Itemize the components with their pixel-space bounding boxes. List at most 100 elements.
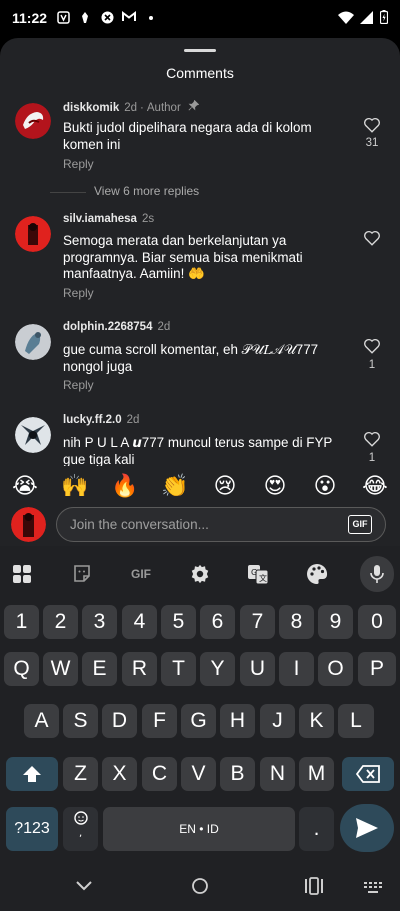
key-r[interactable]: R [122, 652, 157, 686]
emoji-raised-hands[interactable]: 🙌 [59, 473, 91, 499]
key-x[interactable]: X [102, 757, 137, 791]
backspace-key[interactable] [342, 757, 394, 791]
key-o[interactable]: O [318, 652, 353, 686]
system-nav-bar [0, 859, 400, 911]
key-e[interactable]: E [82, 652, 117, 686]
comment-time: 2s [141, 213, 155, 225]
key-y[interactable]: Y [200, 652, 235, 686]
key-b[interactable]: B [220, 757, 255, 791]
key-h[interactable]: H [220, 704, 255, 738]
key-5[interactable]: 5 [161, 605, 196, 639]
key-k[interactable]: K [299, 704, 334, 738]
sheet-title: Comments [166, 65, 234, 81]
key-1[interactable]: 1 [4, 605, 39, 639]
nav-back-icon[interactable] [74, 875, 94, 900]
voice-input-mic-icon[interactable] [360, 556, 394, 592]
like-count: 31 [365, 137, 379, 149]
comment-time: 2d [157, 321, 171, 333]
comment-username[interactable]: dolphin.2268754 2d [63, 321, 170, 333]
avatar[interactable] [15, 324, 51, 360]
key-l[interactable]: L [338, 704, 374, 738]
key-i[interactable]: I [279, 652, 314, 686]
period-key[interactable]: . [299, 807, 334, 851]
comment-username[interactable]: lucky.ff.2.0 2d [63, 414, 139, 426]
comment-username[interactable]: diskkomik 2d · Author [63, 99, 200, 114]
like-heart-icon[interactable] [363, 229, 381, 247]
reply-button[interactable]: Reply [63, 378, 94, 392]
space-bar[interactable]: EN • ID [103, 807, 295, 851]
key-4[interactable]: 4 [122, 605, 157, 639]
emoji-fire[interactable]: 🔥 [109, 473, 141, 499]
sticker-icon[interactable] [68, 560, 96, 588]
key-u[interactable]: U [240, 652, 275, 686]
emoji-sad[interactable]: 😢 [209, 473, 241, 499]
keyboard-switch-icon[interactable] [364, 881, 382, 899]
key-0[interactable]: 0 [358, 605, 396, 639]
key-c[interactable]: C [142, 757, 177, 791]
comment-text: Semoga merata dan berkelanjutan ya progr… [63, 233, 303, 281]
emoji-key[interactable]: , [63, 807, 98, 851]
keyboard-gif-button[interactable]: GIF [124, 560, 158, 588]
reply-button[interactable]: Reply [63, 286, 94, 300]
like-heart-icon[interactable] [363, 430, 381, 448]
key-j[interactable]: J [260, 704, 295, 738]
key-s[interactable]: S [63, 704, 98, 738]
key-q[interactable]: Q [4, 652, 39, 686]
key-m[interactable]: M [299, 757, 334, 791]
emoji-crying[interactable]: 😭 [9, 473, 41, 499]
key-a[interactable]: A [24, 704, 59, 738]
gif-button[interactable]: GIF [348, 515, 372, 534]
like-heart-icon[interactable] [363, 337, 381, 355]
comment-username[interactable]: silv.iamahesa 2s [63, 213, 154, 225]
emoji-clap[interactable]: 👏 [159, 473, 191, 499]
like-count: 1 [368, 359, 376, 371]
avatar[interactable] [15, 216, 51, 252]
key-d[interactable]: D [102, 704, 137, 738]
key-2[interactable]: 2 [43, 605, 78, 639]
settings-gear-icon[interactable] [186, 560, 214, 588]
symbols-key[interactable]: ?123 [6, 807, 58, 851]
key-v[interactable]: V [181, 757, 216, 791]
notification-icons [56, 11, 158, 27]
comment-composer: Join the conversation... GIF [0, 506, 400, 546]
emoji-surprised[interactable]: 😮 [309, 473, 341, 499]
nav-recents-icon[interactable] [304, 877, 324, 900]
comment-input[interactable]: Join the conversation... GIF [56, 507, 386, 542]
comment-text: nih P U L A 𝙪777 muncul terus sampe di F… [63, 435, 333, 466]
emoji-laughing[interactable]: 😂 [359, 473, 391, 499]
key-w[interactable]: W [43, 652, 78, 686]
key-f[interactable]: F [142, 704, 177, 738]
key-3[interactable]: 3 [82, 605, 117, 639]
key-z[interactable]: Z [63, 757, 98, 791]
svg-text:,: , [79, 828, 82, 839]
like-count: 1 [368, 452, 376, 464]
key-6[interactable]: 6 [200, 605, 235, 639]
more-notifications-icon [144, 11, 158, 27]
send-key[interactable] [340, 804, 394, 852]
like-heart-icon[interactable] [363, 116, 381, 134]
key-8[interactable]: 8 [279, 605, 314, 639]
comment-time: 2d [124, 102, 138, 114]
shift-key[interactable] [6, 757, 58, 791]
key-p[interactable]: P [358, 652, 396, 686]
key-n[interactable]: N [260, 757, 295, 791]
key-t[interactable]: T [161, 652, 196, 686]
key-g[interactable]: G [181, 704, 216, 738]
theme-palette-icon[interactable] [303, 560, 331, 588]
avatar[interactable] [15, 103, 51, 139]
game-icon [100, 11, 114, 27]
quick-emoji-row: 😭 🙌 🔥 👏 😢 😍 😮 😂 [0, 466, 400, 506]
drag-handle[interactable] [184, 49, 216, 52]
nav-home-icon[interactable] [190, 876, 210, 901]
key-9[interactable]: 9 [318, 605, 353, 639]
pen-icon [78, 11, 92, 27]
view-more-replies[interactable]: View 6 more replies [50, 184, 350, 200]
key-7[interactable]: 7 [240, 605, 275, 639]
emoji-heart-eyes[interactable]: 😍 [259, 473, 291, 499]
apps-grid-icon[interactable] [8, 560, 36, 588]
avatar[interactable] [15, 417, 51, 453]
reply-button[interactable]: Reply [63, 157, 94, 171]
vpn-icon [56, 11, 70, 27]
translate-icon[interactable]: G文 [244, 560, 272, 588]
svg-text:G: G [251, 568, 257, 577]
